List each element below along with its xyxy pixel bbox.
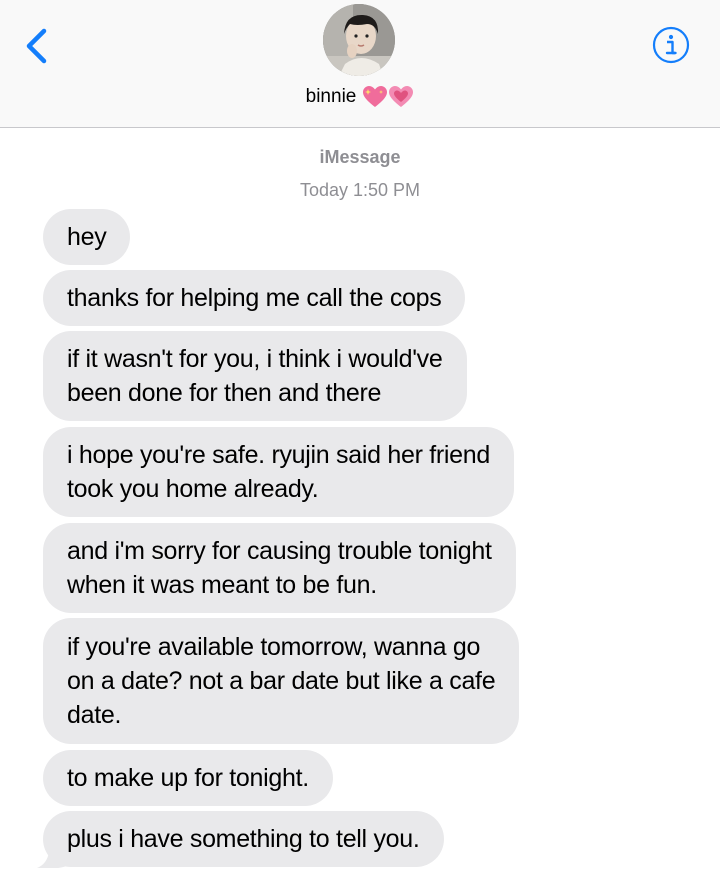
contact-name-row[interactable]: binnie: [0, 82, 720, 112]
growing-heart-icon: [389, 86, 414, 107]
info-button[interactable]: [652, 26, 690, 64]
message-bubble[interactable]: plus i have something to tell you.: [43, 811, 444, 867]
chevron-left-icon: [26, 28, 47, 64]
timestamp: Today 1:50 PM: [0, 180, 720, 201]
sparkling-heart-icon: [363, 86, 388, 107]
message-bubble[interactable]: and i'm sorry for causing trouble tonigh…: [43, 523, 516, 613]
message-bubble[interactable]: hey: [43, 209, 131, 265]
avatar[interactable]: [323, 4, 395, 76]
message-bubble[interactable]: if it wasn't for you, i think i would've…: [43, 331, 467, 421]
message-bubble[interactable]: i hope you're safe. ryujin said her frie…: [43, 427, 514, 517]
heart-emojis: [362, 85, 414, 109]
service-label: iMessage: [319, 147, 401, 167]
timestamp-day: Today: [299, 180, 348, 200]
conversation-header: binnie: [0, 0, 720, 128]
message-bubble[interactable]: to make up for tonight.: [43, 750, 333, 806]
timestamp-time: 1:50 PM: [353, 180, 421, 200]
message-bubble[interactable]: thanks for helping me call the cops: [43, 270, 466, 326]
contact-name: binnie: [305, 86, 357, 107]
back-button[interactable]: [18, 22, 58, 70]
info-circle-icon: [652, 26, 690, 64]
profile-photo: [323, 4, 395, 76]
message-bubble[interactable]: if you're available tomorrow, wanna go o…: [43, 618, 520, 744]
